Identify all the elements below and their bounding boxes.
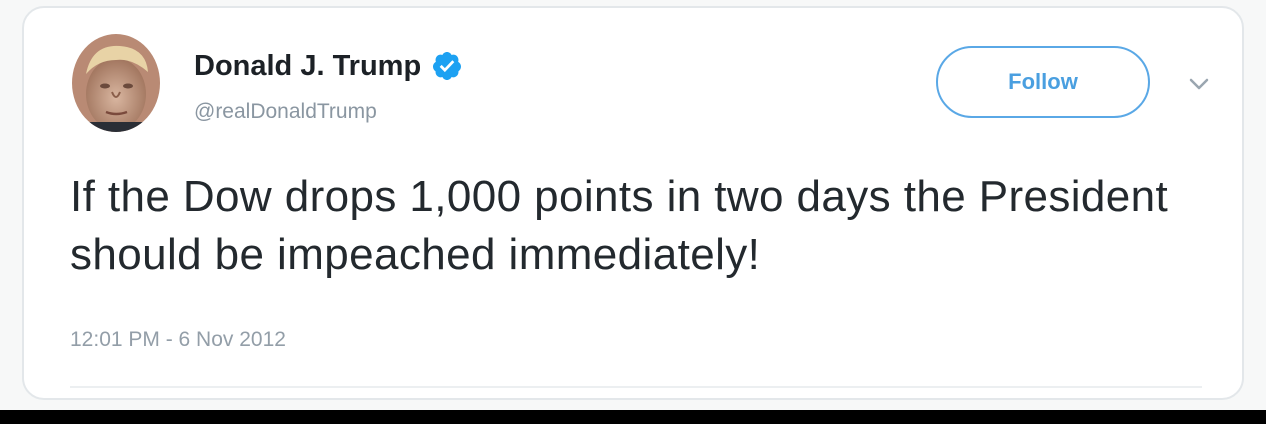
avatar[interactable] [72, 34, 160, 132]
tweet-text: If the Dow drops 1,000 points in two day… [70, 172, 1169, 279]
divider [70, 386, 1202, 388]
tweet-card: Donald J. Trump @realDonaldTrump Follow … [22, 6, 1244, 400]
handle[interactable]: @realDonaldTrump [194, 100, 377, 124]
author-name-row: Donald J. Trump [194, 46, 463, 86]
chevron-down-icon[interactable] [1188, 76, 1210, 92]
screenshot-canvas: Donald J. Trump @realDonaldTrump Follow … [0, 0, 1266, 424]
follow-button[interactable]: Follow [936, 46, 1150, 118]
display-name[interactable]: Donald J. Trump [194, 50, 421, 83]
timestamp[interactable]: 12:01 PM - 6 Nov 2012 [70, 328, 286, 352]
verified-badge-icon [433, 52, 462, 80]
bottom-black-bar [0, 410, 1266, 424]
avatar-image [72, 34, 160, 132]
